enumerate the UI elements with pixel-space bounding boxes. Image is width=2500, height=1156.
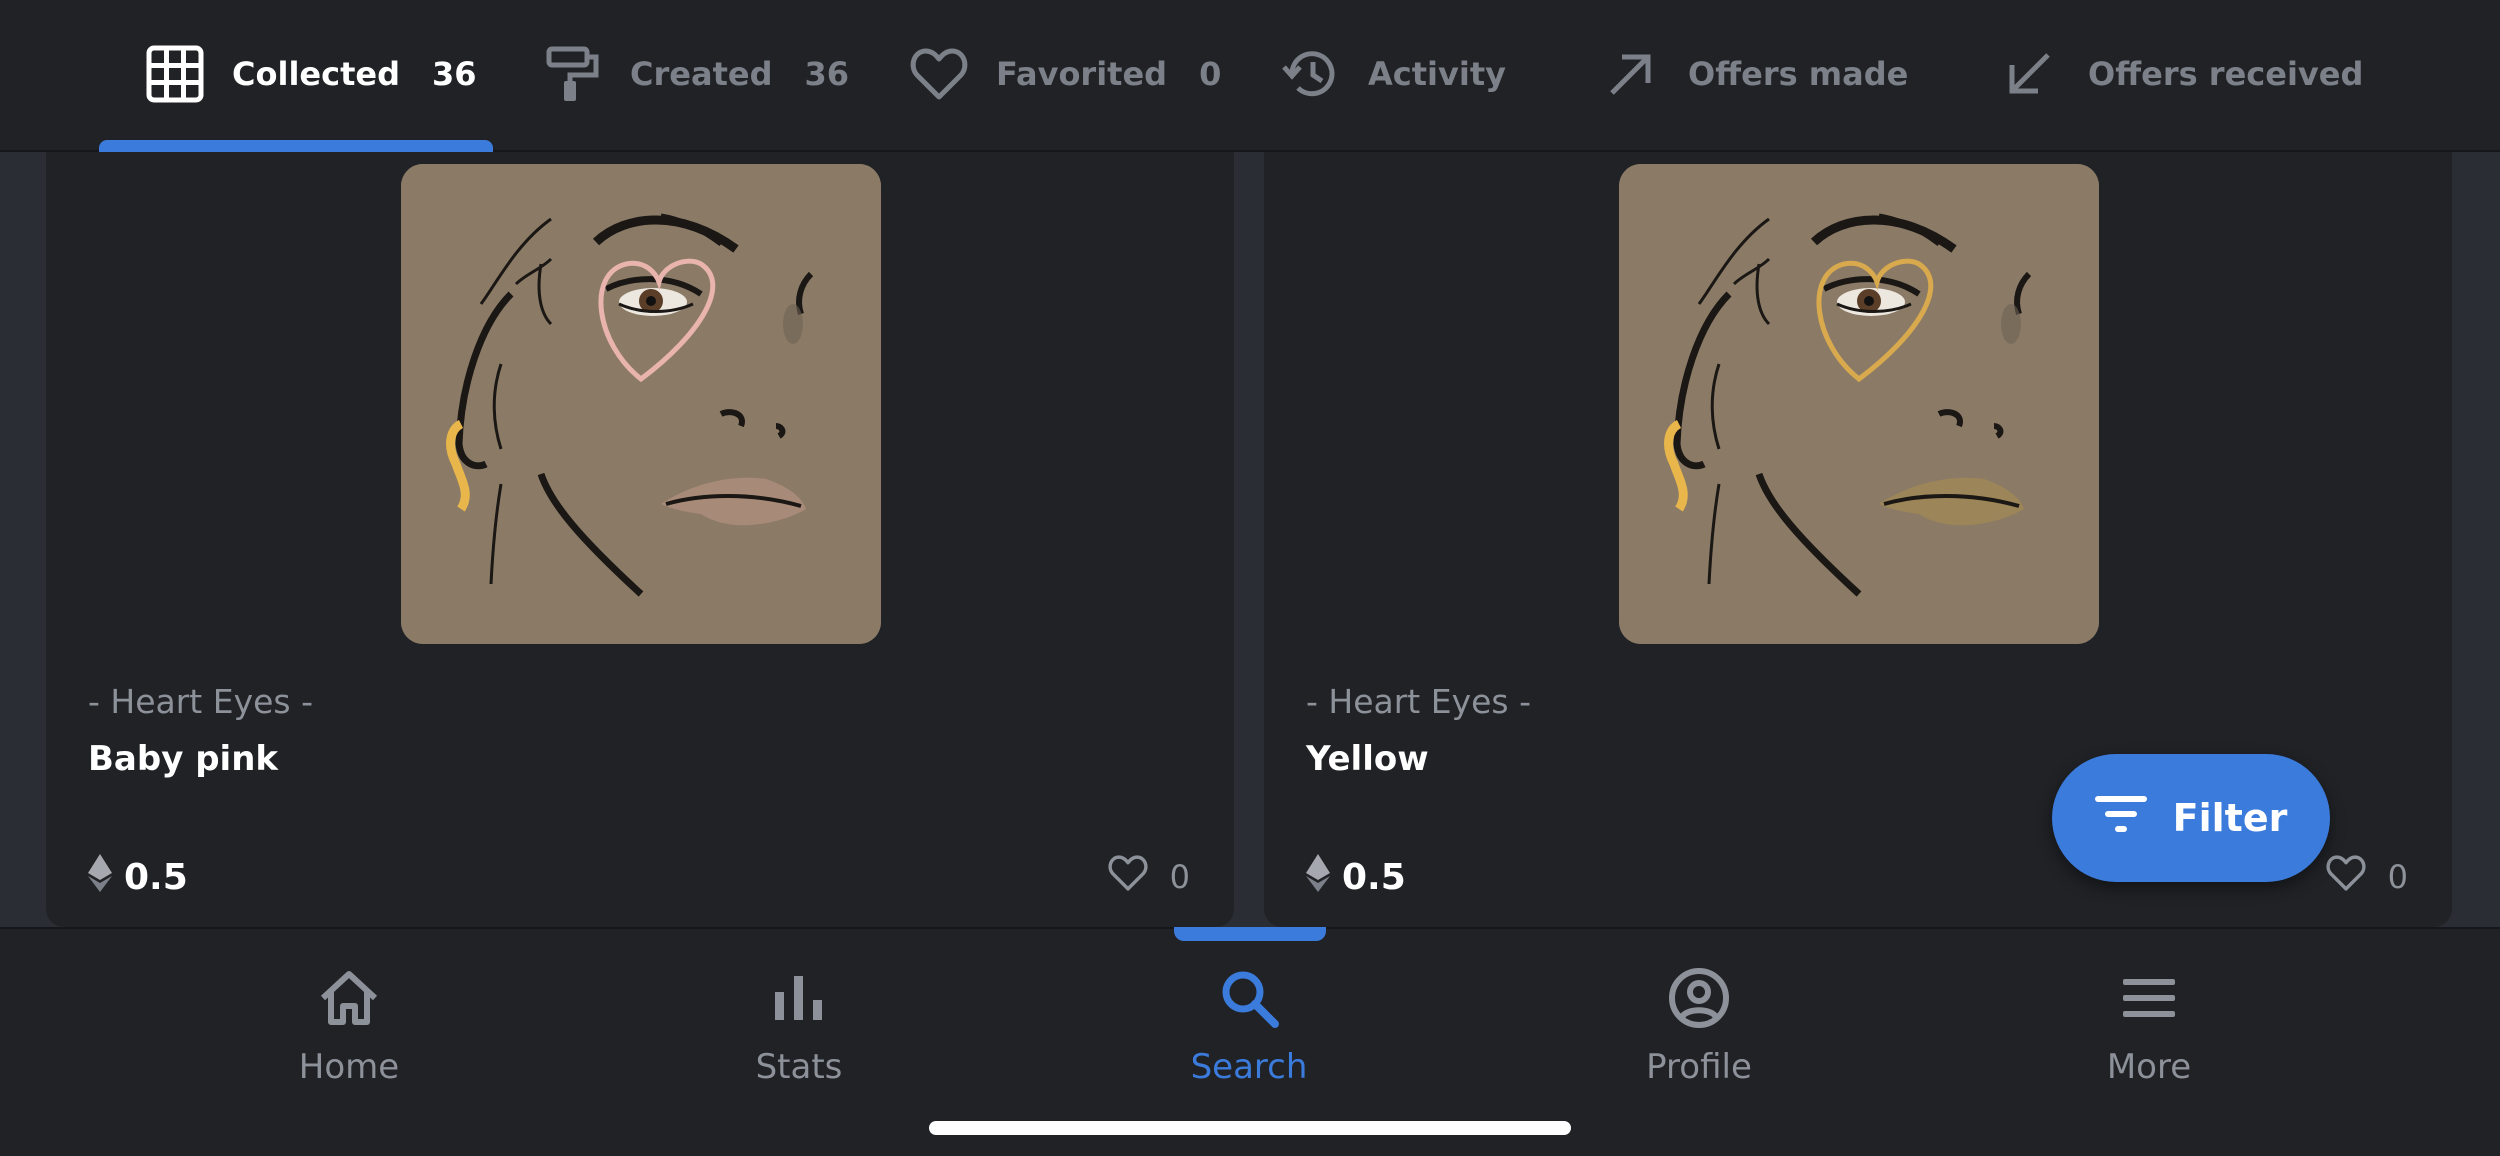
arrow-down-left-icon	[2002, 45, 2060, 103]
item-name[interactable]: Yellow	[1306, 739, 1429, 779]
favorite-control[interactable]: 0	[1108, 852, 1190, 902]
filter-label: Filter	[2172, 796, 2288, 840]
tab-count: 36	[431, 55, 477, 93]
heart-icon	[910, 45, 968, 103]
tab-favorited[interactable]: Favorited 0	[910, 34, 1221, 114]
nav-more[interactable]: More	[2039, 963, 2259, 1087]
tab-label: Offers received	[2088, 55, 2364, 93]
ethereum-icon	[88, 853, 112, 901]
tab-label: Created	[630, 55, 773, 93]
history-icon	[1282, 45, 1340, 103]
home-icon	[314, 963, 384, 1033]
heart-icon[interactable]	[1108, 854, 1148, 900]
menu-icon	[2114, 963, 2184, 1033]
nav-label: More	[2106, 1047, 2192, 1087]
tab-count: 0	[1199, 55, 1222, 93]
profile-icon	[1664, 963, 1734, 1033]
tab-label: Activity	[1368, 55, 1506, 93]
arrow-up-right-icon	[1602, 45, 1660, 103]
bar-chart-icon	[764, 963, 834, 1033]
nft-card[interactable]: - Heart Eyes - Baby pink 0.5 0	[46, 152, 1234, 927]
filter-icon	[2094, 794, 2147, 843]
collection-name[interactable]: - Heart Eyes -	[1306, 682, 1531, 721]
tab-label: Collected	[232, 55, 400, 93]
price-value: 0.5	[1342, 856, 1406, 898]
nav-label: Stats	[755, 1047, 843, 1087]
nav-label: Home	[298, 1047, 400, 1087]
item-price: 0.5	[1306, 852, 1406, 902]
favorite-count: 0	[1169, 858, 1190, 896]
price-value: 0.5	[124, 856, 188, 898]
tab-count: 36	[804, 55, 849, 93]
bottom-navigation: Home Stats Search Profile More	[0, 927, 2500, 1156]
favorite-count: 0	[2387, 858, 2408, 896]
tab-offers-made[interactable]: Offers made	[1602, 34, 1908, 114]
tab-offers-received[interactable]: Offers received	[2002, 34, 2363, 114]
collection-name[interactable]: - Heart Eyes -	[88, 682, 313, 721]
nav-label: Profile	[1646, 1047, 1752, 1087]
profile-tab-bar: Collected 36 Created 36 Favorited 0 Acti…	[0, 0, 2500, 152]
active-tab-indicator	[99, 140, 493, 152]
nav-stats[interactable]: Stats	[689, 963, 909, 1087]
tab-created[interactable]: Created 36	[544, 34, 849, 114]
tab-label: Favorited	[996, 55, 1168, 93]
home-indicator[interactable]	[929, 1121, 1571, 1135]
item-name[interactable]: Baby pink	[88, 739, 278, 779]
filter-button[interactable]: Filter	[2052, 754, 2330, 882]
grid-icon	[146, 45, 204, 103]
search-icon	[1214, 963, 1284, 1033]
nft-image	[1619, 164, 2099, 644]
nav-profile[interactable]: Profile	[1589, 963, 1809, 1087]
nav-search[interactable]: Search	[1139, 963, 1359, 1087]
item-price: 0.5	[88, 852, 188, 902]
tab-collected[interactable]: Collected 36	[146, 34, 477, 114]
heart-icon[interactable]	[2326, 854, 2366, 900]
tab-activity[interactable]: Activity	[1282, 34, 1506, 114]
ethereum-icon	[1306, 853, 1330, 901]
nav-home[interactable]: Home	[239, 963, 459, 1087]
tab-label: Offers made	[1688, 55, 1909, 93]
paint-roller-icon	[544, 45, 602, 103]
nav-label: Search	[1190, 1047, 1308, 1087]
favorite-control[interactable]: 0	[2326, 852, 2408, 902]
active-nav-indicator	[1174, 927, 1326, 941]
nft-image	[401, 164, 881, 644]
